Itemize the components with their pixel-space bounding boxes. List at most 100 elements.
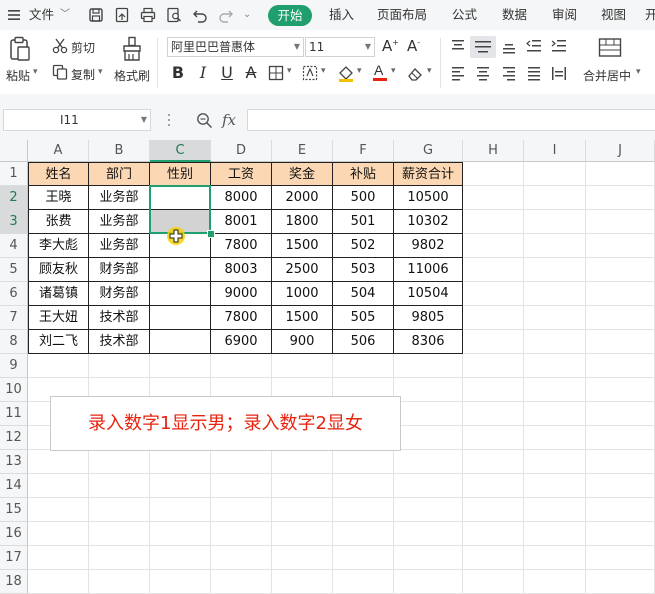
grid-cell[interactable] <box>586 306 655 330</box>
grid-cell[interactable] <box>333 354 394 378</box>
tab-formulas[interactable]: 公式 <box>452 0 477 30</box>
scissors-icon[interactable] <box>52 38 68 54</box>
decrease-font-size-icon[interactable]: A- <box>407 37 420 55</box>
grid-cell[interactable] <box>333 522 394 546</box>
font-size-select[interactable]: 11 ▼ <box>305 37 375 57</box>
grid-cell[interactable] <box>463 186 524 210</box>
cell-name[interactable]: 张费 <box>28 210 89 234</box>
bold-icon[interactable]: B <box>168 63 188 83</box>
grid-cell[interactable] <box>272 570 333 594</box>
grid-cell[interactable] <box>524 210 586 234</box>
row-header-8[interactable]: 8 <box>0 330 28 354</box>
cell-allowance[interactable]: 506 <box>333 330 394 354</box>
cell-dept[interactable]: 财务部 <box>89 282 150 306</box>
grid-cell[interactable] <box>586 426 655 450</box>
grid-cell[interactable] <box>211 546 272 570</box>
row-header-4[interactable]: 4 <box>0 234 28 258</box>
cell-bonus[interactable]: 1500 <box>272 234 333 258</box>
grid-cell[interactable] <box>463 498 524 522</box>
grid-cell[interactable] <box>211 474 272 498</box>
grid-cell[interactable] <box>394 450 463 474</box>
column-header-g[interactable]: G <box>394 140 463 162</box>
borders-icon[interactable] <box>268 65 284 81</box>
fill-handle[interactable] <box>207 230 215 238</box>
row-header-15[interactable]: 15 <box>0 498 28 522</box>
cell-salary[interactable]: 7800 <box>211 306 272 330</box>
cell-bonus[interactable]: 1800 <box>272 210 333 234</box>
tab-page-layout[interactable]: 页面布局 <box>377 0 427 30</box>
column-header-f[interactable]: F <box>333 140 394 162</box>
cell-name[interactable]: 李大彪 <box>28 234 89 258</box>
grid-cell[interactable] <box>394 546 463 570</box>
chevron-down-icon[interactable]: ▾ <box>391 66 396 76</box>
grid-cell[interactable] <box>463 522 524 546</box>
chevron-down-icon[interactable]: ▾ <box>357 66 362 76</box>
grid-cell[interactable] <box>463 234 524 258</box>
cell-allowance[interactable]: 501 <box>333 210 394 234</box>
cell-total[interactable]: 10302 <box>394 210 463 234</box>
paste-button[interactable]: 粘贴 <box>6 67 30 84</box>
cell-allowance[interactable]: 504 <box>333 282 394 306</box>
row-header-3[interactable]: 3 <box>0 210 28 234</box>
grid-cell[interactable] <box>524 522 586 546</box>
row-header-14[interactable]: 14 <box>0 474 28 498</box>
grid-cell[interactable] <box>150 570 211 594</box>
header-cell-gender[interactable]: 性别 <box>150 162 211 186</box>
grid-cell[interactable] <box>89 450 150 474</box>
cell-salary[interactable]: 6900 <box>211 330 272 354</box>
header-cell-name[interactable]: 姓名 <box>28 162 89 186</box>
grid-cell[interactable] <box>463 402 524 426</box>
merge-dropdown-icon[interactable]: ▾ <box>636 67 641 77</box>
grid-cell[interactable] <box>333 450 394 474</box>
grid-cell[interactable] <box>150 498 211 522</box>
italic-icon[interactable]: I <box>193 63 213 83</box>
save-icon[interactable] <box>88 7 104 23</box>
grid-cell[interactable] <box>211 522 272 546</box>
column-header-c[interactable]: C <box>150 140 211 162</box>
grid-cell[interactable] <box>89 570 150 594</box>
copy-icon[interactable] <box>52 64 68 80</box>
grid-cell[interactable] <box>463 306 524 330</box>
grid-cell[interactable] <box>524 258 586 282</box>
align-middle-button[interactable] <box>470 36 496 58</box>
align-center-icon[interactable] <box>475 65 491 81</box>
grid-cell[interactable] <box>394 426 463 450</box>
grid-cell[interactable] <box>524 498 586 522</box>
grid-cell[interactable] <box>394 522 463 546</box>
tab-home[interactable]: 开始 <box>268 5 312 26</box>
grid-cell[interactable] <box>89 546 150 570</box>
cell-dept[interactable]: 财务部 <box>89 258 150 282</box>
cell-total[interactable]: 10504 <box>394 282 463 306</box>
zoom-search-icon[interactable] <box>196 112 213 133</box>
undo-icon[interactable] <box>192 7 208 23</box>
column-header-a[interactable]: A <box>28 140 89 162</box>
file-menu[interactable]: 文件 <box>29 0 54 30</box>
grid-cell[interactable] <box>586 546 655 570</box>
row-header-7[interactable]: 7 <box>0 306 28 330</box>
row-header-9[interactable]: 9 <box>0 354 28 378</box>
grid-cell[interactable] <box>586 450 655 474</box>
grid-cell[interactable] <box>28 570 89 594</box>
grid-cell[interactable] <box>524 162 586 186</box>
format-painter-button[interactable]: 格式刷 <box>114 67 150 84</box>
grid-cell[interactable] <box>211 570 272 594</box>
cell-total[interactable]: 10500 <box>394 186 463 210</box>
cell-allowance[interactable]: 503 <box>333 258 394 282</box>
tab-review[interactable]: 审阅 <box>552 0 577 30</box>
align-right-icon[interactable] <box>501 65 517 81</box>
grid-cell[interactable] <box>463 546 524 570</box>
spreadsheet-grid[interactable]: A B C D E F G H I J 1 姓名 部门 性别 工资 奖金 补贴 薪资合计 2 王晓 业务部 8000 200… <box>0 140 655 594</box>
grid-cell[interactable] <box>586 186 655 210</box>
merge-cells-icon[interactable] <box>598 37 622 59</box>
grid-cell[interactable] <box>211 354 272 378</box>
column-header-b[interactable]: B <box>89 140 150 162</box>
chevron-down-icon[interactable]: ▾ <box>287 66 292 76</box>
grid-cell[interactable] <box>463 450 524 474</box>
cell-dept[interactable]: 技术部 <box>89 306 150 330</box>
grid-cell[interactable] <box>586 162 655 186</box>
grid-cell[interactable] <box>89 522 150 546</box>
row-header-10[interactable]: 10 <box>0 378 28 402</box>
clear-format-icon[interactable] <box>407 65 425 81</box>
grid-cell[interactable] <box>272 474 333 498</box>
grid-cell[interactable] <box>524 474 586 498</box>
